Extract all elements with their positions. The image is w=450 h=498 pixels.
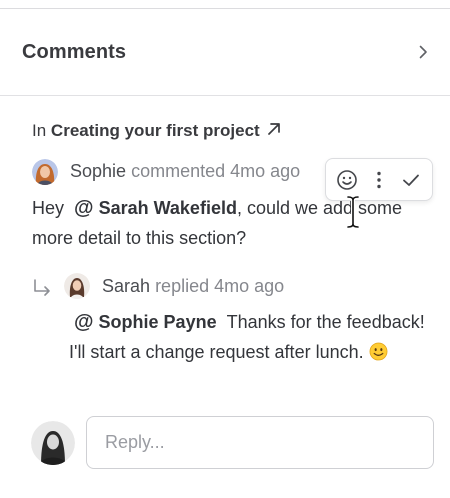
avatar[interactable]	[31, 421, 75, 465]
comment-action: commented	[131, 161, 226, 181]
avatar-sophie-icon	[32, 159, 58, 185]
smiling-face-emoji	[369, 342, 388, 361]
comment-action: replied	[155, 276, 210, 296]
chevron-right-icon[interactable]	[414, 43, 432, 61]
comment-meta: Sophie commented 4mo ago	[70, 161, 300, 182]
comment-text-start: Hey	[32, 198, 65, 218]
avatar-current-user-icon	[31, 421, 75, 465]
comment-body: @ Sophie Payne Thanks for the feedback! …	[69, 307, 441, 367]
comment-time: 4mo ago	[230, 161, 301, 181]
reply-input[interactable]	[86, 416, 434, 469]
mention-name: Sophie Payne	[98, 312, 217, 332]
mention-at: @	[74, 197, 94, 219]
mention-name: Sarah Wakefield	[98, 198, 237, 218]
comment-time: 4mo ago	[214, 276, 285, 296]
comment-context: In Creating your first project	[32, 121, 282, 141]
more-vertical-icon[interactable]	[368, 169, 390, 191]
comments-header[interactable]: Comments	[0, 9, 450, 95]
panel-title: Comments	[22, 41, 127, 63]
avatar-sarah-icon	[64, 273, 90, 299]
mention-tag[interactable]: @ Sophie Payne	[74, 311, 217, 333]
context-project-link[interactable]: Creating your first project	[51, 121, 260, 140]
arrow-up-right-icon[interactable]	[266, 121, 282, 137]
comment-author[interactable]: Sarah	[102, 276, 150, 296]
reply-arrow-icon	[34, 279, 50, 296]
context-prefix: In	[32, 121, 47, 140]
avatar[interactable]	[32, 159, 58, 185]
smiley-icon[interactable]	[336, 169, 358, 191]
mention-at: @	[74, 311, 94, 333]
check-icon[interactable]	[400, 169, 422, 191]
avatar[interactable]	[64, 273, 90, 299]
comment-toolbar	[325, 158, 433, 201]
comment-author[interactable]: Sophie	[70, 161, 126, 181]
header-divider	[0, 95, 450, 96]
comment-meta: Sarah replied 4mo ago	[102, 276, 284, 297]
mention-tag[interactable]: @ Sarah Wakefield	[74, 197, 237, 219]
comment-body: Hey @ Sarah Wakefield, could we add some…	[32, 193, 432, 253]
